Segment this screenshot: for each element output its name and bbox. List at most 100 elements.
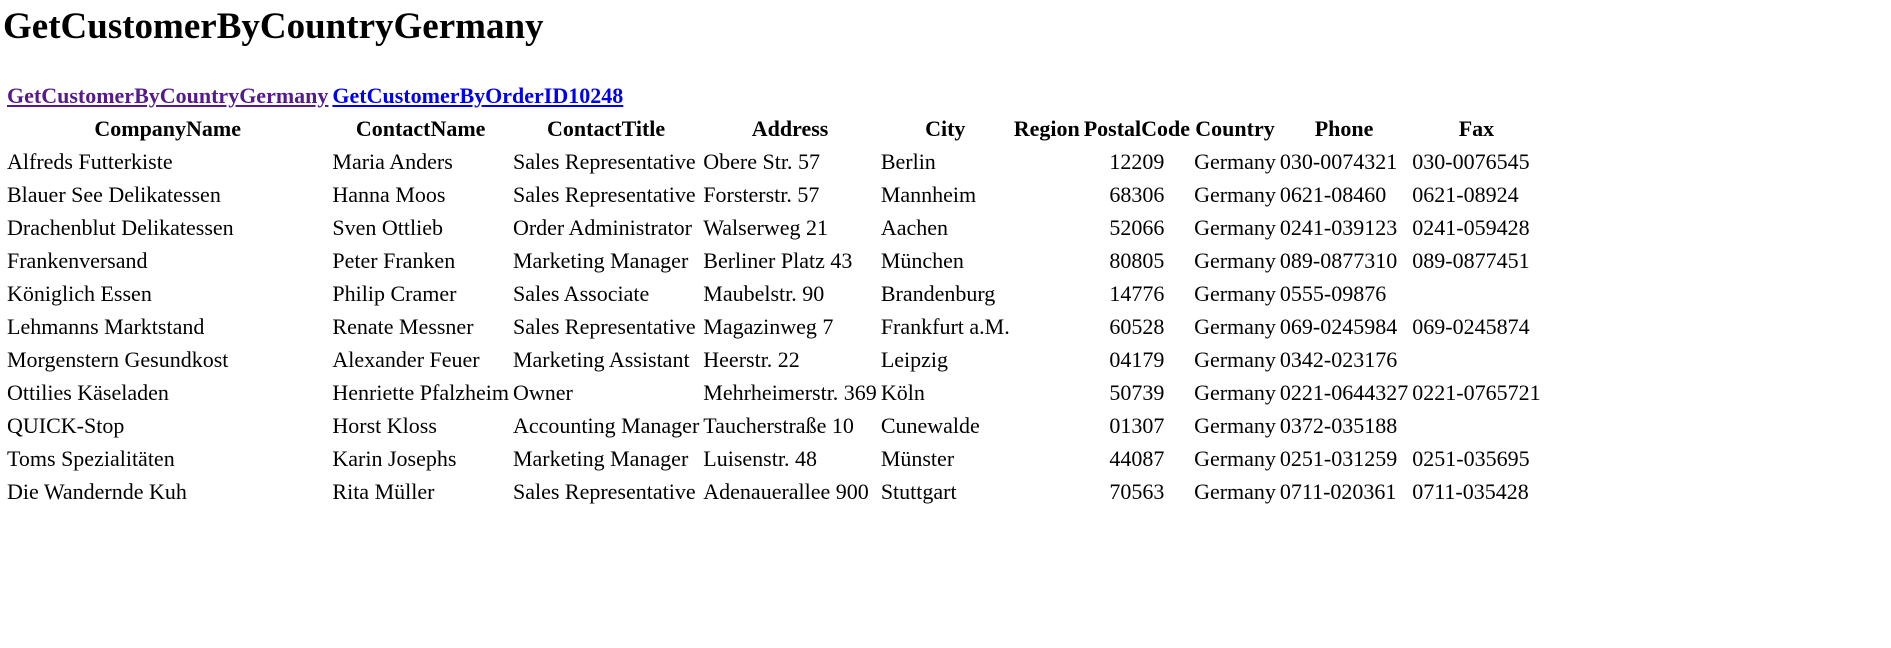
cell-country: Germany [1194,281,1276,306]
cell-postal-code: 50739 [1109,380,1165,405]
cell-region [1013,245,1081,276]
cell-country: Germany [1194,215,1276,240]
nav-links-row: GetCustomerByCountryGermany GetCustomerB… [6,80,1542,111]
cell-country: Germany [1194,248,1276,273]
link-get-customer-by-order-id-10248[interactable]: GetCustomerByOrderID10248 [332,83,623,108]
cell-address: Taucherstraße 10 [703,413,854,438]
cell-phone: 089-0877310 [1279,248,1398,273]
cell-phone: 0221-0644327 [1279,380,1409,405]
cell-fax: 0251-035695 [1412,446,1530,471]
cell-address: Maubelstr. 90 [703,281,825,306]
table-row: QUICK-Stop Horst Kloss Accounting Manager T… [6,410,1542,441]
cell-fax: 069-0245874 [1412,314,1530,339]
link-get-customer-by-country-germany[interactable]: GetCustomerByCountryGermany [7,83,328,108]
cell-city: Mannheim [880,182,977,207]
cell-contact-name: Philip Cramer [332,281,457,306]
cell-country: Germany [1194,314,1276,339]
cell-contact-name: Henriette Pfalzheim [332,380,509,405]
column-header-country: Country [1195,116,1275,141]
cell-phone: 0711-020361 [1279,479,1397,504]
cell-contact-title: Owner [512,380,573,405]
cell-fax: 030-0076545 [1412,149,1530,174]
cell-postal-code: 44087 [1109,446,1165,471]
cell-phone: 0372-035188 [1279,413,1398,438]
cell-address: Luisenstr. 48 [703,446,817,471]
cell-fax [1411,344,1541,375]
cell-company-name: Blauer See Delikatessen [7,182,221,207]
cell-company-name: Alfreds Futterkiste [7,149,173,174]
cell-city: Aachen [880,215,948,240]
table-row: Toms Spezialitäten Karin Josephs Marketing… [6,443,1542,474]
cell-region [1013,344,1081,375]
cell-region [1013,179,1081,210]
header-row: CompanyName ContactName ContactTitle Add… [6,113,1542,144]
cell-region [1013,377,1081,408]
cell-city: Berlin [880,149,936,174]
cell-contact-name: Renate Messner [332,314,474,339]
cell-country: Germany [1194,446,1276,471]
cell-region [1013,278,1081,309]
cell-country: Germany [1194,149,1276,174]
table-row: Alfreds Futterkiste Maria Anders Sales Rep… [6,146,1542,177]
cell-contact-title: Sales Representative [512,149,696,174]
cell-contact-name: Peter Franken [332,248,456,273]
cell-contact-name: Hanna Moos [332,182,446,207]
customers-table: GetCustomerByCountryGermany GetCustomerB… [4,78,1544,509]
cell-contact-title: Marketing Assistant [512,347,690,372]
cell-address: Obere Str. 57 [703,149,820,174]
cell-contact-name: Sven Ottlieb [332,215,444,240]
column-header-company-name: CompanyName [94,116,242,141]
cell-phone: 0621-08460 [1279,182,1387,207]
cell-contact-title: Sales Representative [512,479,696,504]
cell-fax: 0221-0765721 [1412,380,1541,405]
cell-postal-code: 80805 [1109,248,1165,273]
cell-company-name: Die Wandernde Kuh [7,479,187,504]
cell-city: Stuttgart [880,479,957,504]
cell-address: Forsterstr. 57 [703,182,820,207]
cell-region [1013,476,1081,507]
table-body: Alfreds Futterkiste Maria Anders Sales Rep… [6,146,1542,507]
cell-phone: 0241-039123 [1279,215,1398,240]
cell-company-name: Toms Spezialitäten [7,446,175,471]
table-row: Königlich Essen Philip Cramer Sales Associ… [6,278,1542,309]
table-row: Lehmanns Marktstand Renate Messner Sales R… [6,311,1542,342]
cell-company-name: Drachenblut Delikatessen [7,215,234,240]
cell-postal-code: 04179 [1109,347,1165,372]
nav-link-cell: GetCustomerByOrderID10248 [331,80,1541,111]
cell-postal-code: 14776 [1109,281,1165,306]
column-header-region: Region [1013,116,1080,141]
cell-company-name: QUICK-Stop [7,413,125,438]
cell-company-name: Lehmanns Marktstand [7,314,205,339]
cell-postal-code: 12209 [1109,149,1165,174]
cell-country: Germany [1194,479,1276,504]
cell-phone: 0251-031259 [1279,446,1398,471]
column-header-contact-name: ContactName [355,116,486,141]
cell-address: Berliner Platz 43 [703,248,853,273]
cell-region [1013,311,1081,342]
cell-contact-title: Order Administrator [512,215,692,240]
column-header-city: City [925,116,966,141]
cell-city: Frankfurt a.M. [880,314,1010,339]
table-row: Frankenversand Peter Franken Marketing Man… [6,245,1542,276]
cell-fax: 0241-059428 [1412,215,1530,240]
cell-country: Germany [1194,182,1276,207]
cell-contact-title: Sales Representative [512,182,696,207]
cell-postal-code: 68306 [1109,182,1165,207]
cell-company-name: Königlich Essen [7,281,152,306]
cell-contact-name: Rita Müller [332,479,435,504]
cell-postal-code: 01307 [1109,413,1165,438]
cell-fax: 0621-08924 [1412,182,1519,207]
cell-address: Magazinweg 7 [703,314,834,339]
cell-region [1013,443,1081,474]
cell-contact-name: Horst Kloss [332,413,437,438]
table-row: Die Wandernde Kuh Rita Müller Sales Repres… [6,476,1542,507]
cell-company-name: Ottilies Käseladen [7,380,169,405]
cell-contact-title: Accounting Manager [512,413,700,438]
cell-address: Mehrheimerstr. 369 [703,380,877,405]
cell-address: Walserweg 21 [703,215,828,240]
column-header-phone: Phone [1314,116,1374,141]
cell-country: Germany [1194,347,1276,372]
cell-phone: 0342-023176 [1279,347,1398,372]
page-title: GetCustomerByCountryGermany [3,6,544,47]
cell-address: Adenauerallee 900 [703,479,869,504]
